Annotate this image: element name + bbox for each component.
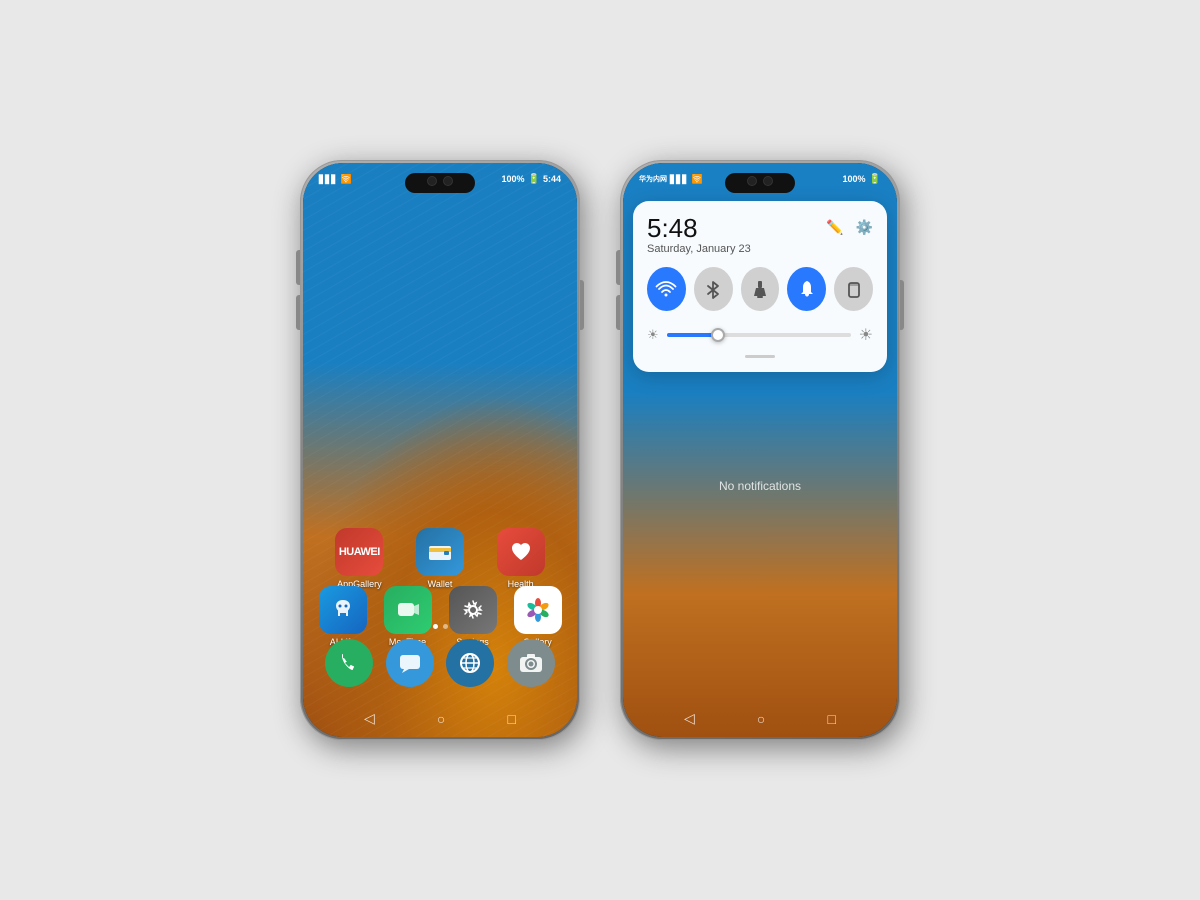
wifi-icon: 🛜 — [340, 174, 351, 185]
nav-home[interactable]: ○ — [437, 711, 445, 727]
panel-date: Saturday, January 23 — [647, 243, 751, 255]
brightness-thumb[interactable] — [711, 328, 725, 342]
volume-up-button[interactable] — [296, 250, 300, 285]
no-notifications-text: No notifications — [719, 479, 801, 493]
battery-text-2: 100% — [843, 174, 866, 184]
signal-icon-2: ▋▋▋ — [670, 175, 688, 184]
brightness-track[interactable] — [667, 333, 851, 337]
volume-down-button[interactable] — [296, 295, 300, 330]
front-cameras — [427, 176, 453, 186]
page-dots — [303, 624, 577, 629]
panel-header: 5:48 Saturday, January 23 ✏️ ⚙️ — [647, 215, 873, 255]
panel-time: 5:48 — [647, 215, 751, 241]
app-health[interactable]: Health — [484, 528, 557, 589]
status-left-2: 华为内网 ▋▋▋ 🛜 — [639, 174, 703, 185]
nav-bar: ◁ ○ □ — [303, 710, 577, 727]
nav-home-2[interactable]: ○ — [757, 711, 765, 727]
volume-up-button-2[interactable] — [616, 250, 620, 285]
signal-icon: ▋▋▋ — [319, 175, 337, 184]
notification-panel: 5:48 Saturday, January 23 ✏️ ⚙️ — [633, 201, 887, 372]
status-right: 100% 🔋 5:44 — [502, 174, 562, 185]
dock-messages[interactable] — [386, 639, 434, 687]
camera-lens-3 — [747, 176, 757, 186]
phone-1: ▋▋▋ 🛜 100% 🔋 5:44 HUAWEI AppGallery — [300, 160, 580, 740]
health-icon — [497, 528, 545, 576]
brightness-row: ☀ ☀ — [647, 325, 873, 345]
quick-tiles — [647, 267, 873, 311]
tile-rotate[interactable] — [834, 267, 873, 311]
home-screen: ▋▋▋ 🛜 100% 🔋 5:44 HUAWEI AppGallery — [303, 163, 577, 737]
carrier-text: 华为内网 — [639, 174, 667, 184]
dock-browser[interactable] — [446, 639, 494, 687]
tile-wifi[interactable] — [647, 267, 686, 311]
panel-controls: ✏️ ⚙️ — [826, 219, 873, 236]
dock-phone[interactable] — [325, 639, 373, 687]
app-settings[interactable]: Settings — [443, 586, 502, 647]
tile-flashlight[interactable] — [741, 267, 780, 311]
appgallery-icon: HUAWEI — [335, 528, 383, 576]
battery-text: 100% — [502, 174, 525, 184]
edit-icon[interactable]: ✏️ — [826, 219, 843, 236]
app-grid: HUAWEI AppGallery Wallet — [303, 528, 577, 589]
status-left: ▋▋▋ 🛜 — [319, 174, 352, 185]
panel-time-date: 5:48 Saturday, January 23 — [647, 215, 751, 255]
nav-recents-2[interactable]: □ — [827, 711, 835, 727]
nav-back[interactable]: ◁ — [364, 710, 375, 727]
app-meetime[interactable]: MeeTime — [378, 586, 437, 647]
nav-bar-2: ◁ ○ □ — [623, 710, 897, 727]
phone-2: 华为内网 ▋▋▋ 🛜 100% 🔋 5:48 Saturday, January… — [620, 160, 900, 740]
wallet-icon — [416, 528, 464, 576]
app-gallery[interactable]: Gallery — [508, 586, 567, 647]
time-display: 5:44 — [543, 174, 561, 184]
app-appgallery[interactable]: HUAWEI AppGallery — [323, 528, 396, 589]
power-button-2[interactable] — [900, 280, 904, 330]
front-cameras-2 — [747, 176, 773, 186]
notification-screen: 华为内网 ▋▋▋ 🛜 100% 🔋 5:48 Saturday, January… — [623, 163, 897, 737]
battery-icon: 🔋 — [528, 174, 540, 185]
settings-panel-icon[interactable]: ⚙️ — [856, 219, 873, 236]
dock — [303, 639, 577, 687]
camera-lens-1 — [427, 176, 437, 186]
wifi-icon-2: 🛜 — [691, 174, 702, 185]
camera-lens-4 — [763, 176, 773, 186]
status-right-2: 100% 🔋 — [843, 174, 881, 185]
app-ailife[interactable]: AI Life — [313, 586, 372, 647]
nav-back-2[interactable]: ◁ — [684, 710, 695, 727]
app-wallet[interactable]: Wallet — [404, 528, 477, 589]
nav-recents[interactable]: □ — [507, 711, 515, 727]
battery-icon-2: 🔋 — [869, 174, 881, 185]
panel-handle[interactable] — [745, 355, 775, 358]
dot-1 — [433, 624, 438, 629]
camera-lens-2 — [443, 176, 453, 186]
volume-down-button-2[interactable] — [616, 295, 620, 330]
brightness-low-icon: ☀ — [647, 327, 659, 343]
no-notifications: No notifications — [623, 479, 897, 493]
tile-bell[interactable] — [787, 267, 826, 311]
brightness-high-icon: ☀ — [859, 325, 873, 345]
dock-camera[interactable] — [507, 639, 555, 687]
tile-bluetooth[interactable] — [694, 267, 733, 311]
dot-2 — [443, 624, 448, 629]
power-button[interactable] — [580, 280, 584, 330]
